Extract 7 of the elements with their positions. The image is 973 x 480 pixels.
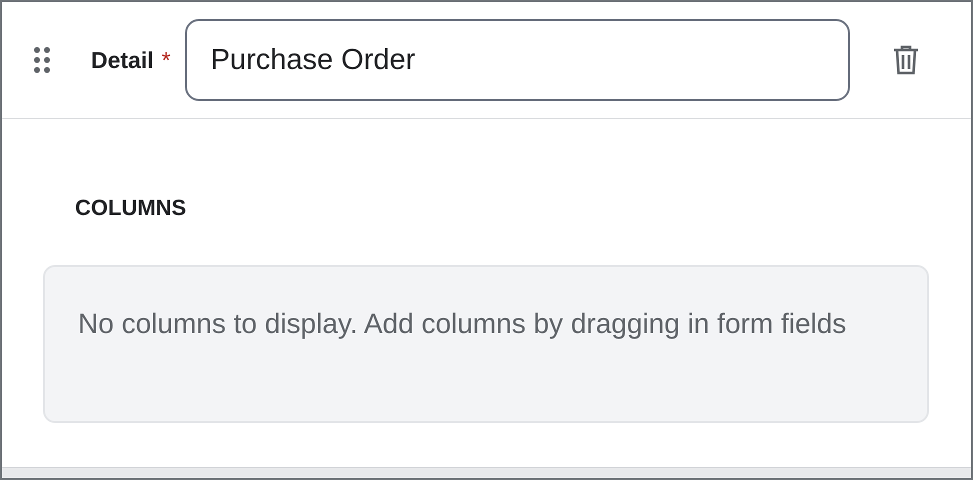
field-label: Detail <box>91 46 154 74</box>
drag-handle-icon[interactable] <box>33 46 51 74</box>
section-heading: COLUMNS <box>75 195 188 221</box>
trash-icon[interactable] <box>892 44 920 76</box>
input-field[interactable]: Purchase Order <box>184 19 850 101</box>
required-mark: * <box>162 46 171 74</box>
empty-message: No columns to display. Add columns by dragging in form fields <box>78 307 848 341</box>
